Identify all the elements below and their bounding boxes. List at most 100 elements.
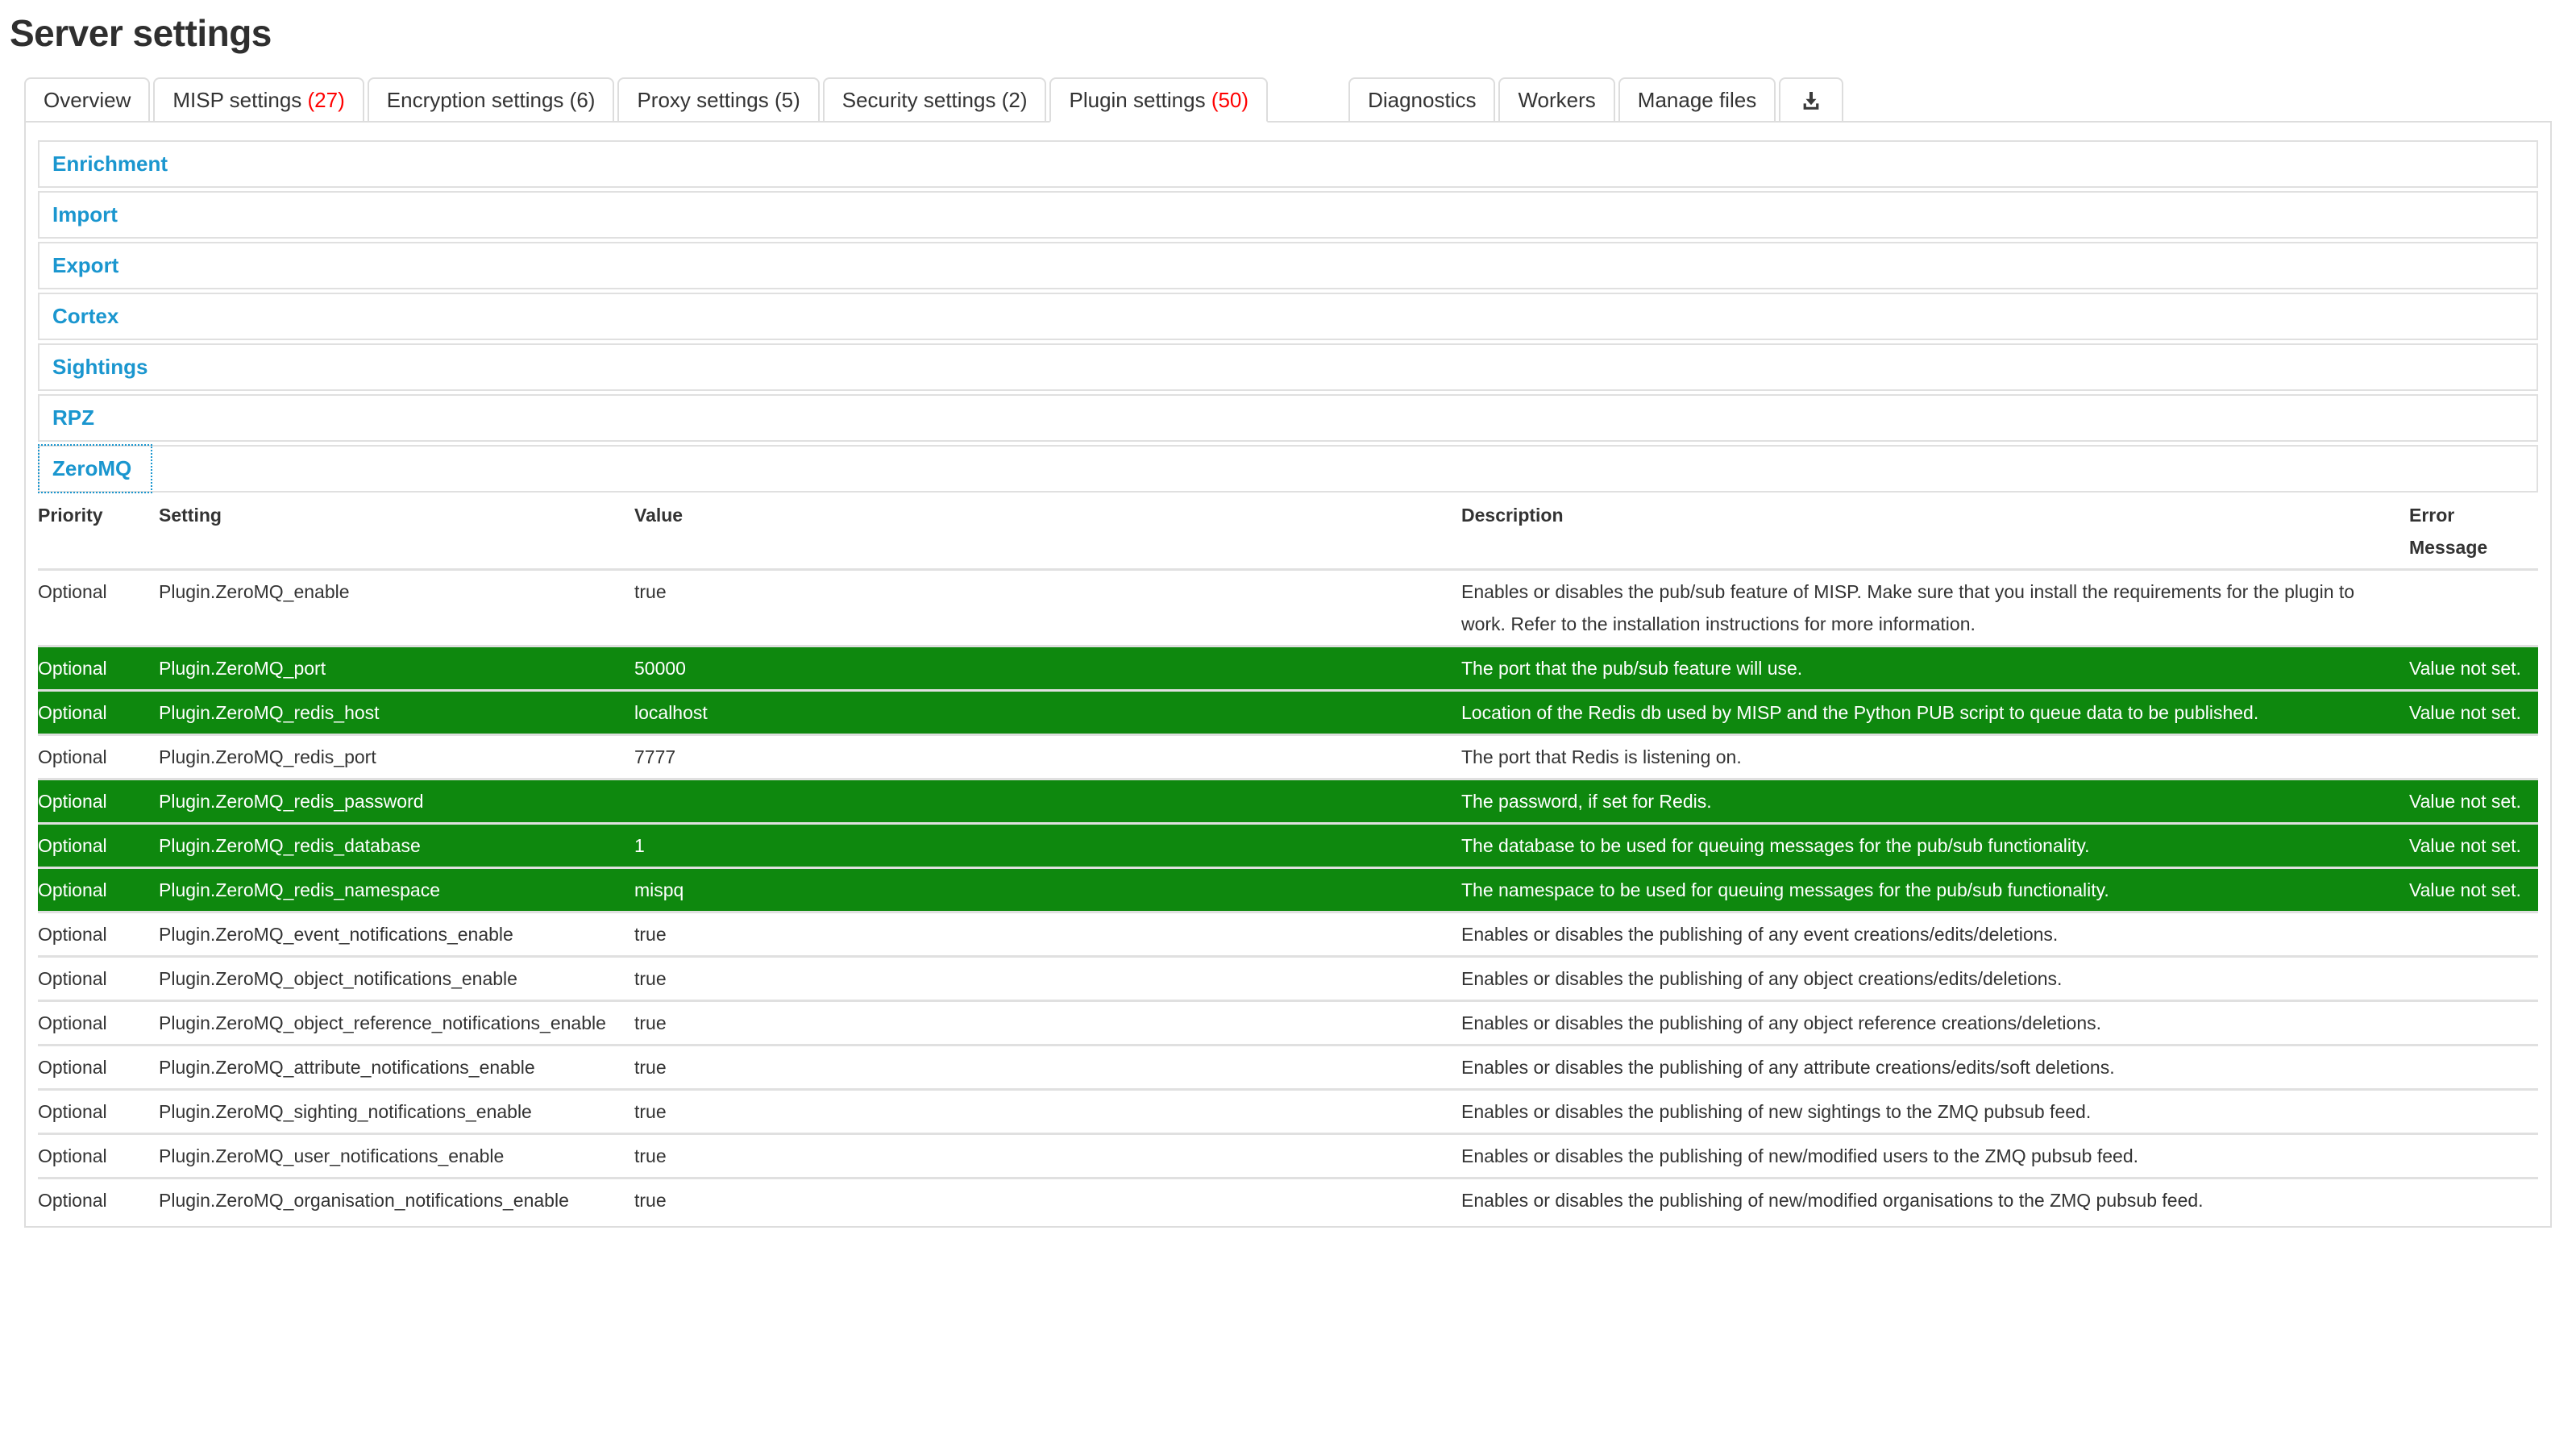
setting-row: OptionalPlugin.ZeroMQ_organisation_notif… — [38, 1177, 2538, 1221]
tab-count-badge: (50) — [1211, 88, 1249, 112]
plugin-section-sightings[interactable]: Sightings — [38, 343, 2538, 391]
col-header-value: Value — [634, 494, 1461, 568]
value-cell[interactable]: true — [634, 1088, 1461, 1133]
error-message-cell — [2409, 568, 2538, 645]
setting-cell: Plugin.ZeroMQ_port — [159, 645, 634, 689]
value-cell[interactable]: 7777 — [634, 734, 1461, 778]
value-cell[interactable]: true — [634, 1133, 1461, 1177]
priority-cell: Optional — [38, 1177, 159, 1221]
setting-cell: Plugin.ZeroMQ_redis_database — [159, 822, 634, 867]
plugin-section-cortex[interactable]: Cortex — [38, 293, 2538, 340]
error-message-cell — [2409, 955, 2538, 1000]
value-cell[interactable]: true — [634, 568, 1461, 645]
setting-cell: Plugin.ZeroMQ_redis_namespace — [159, 867, 634, 911]
tab-label: Diagnostics — [1368, 88, 1476, 112]
setting-cell: Plugin.ZeroMQ_redis_port — [159, 734, 634, 778]
description-cell: Enables or disables the pub/sub feature … — [1461, 568, 2409, 645]
value-cell[interactable]: true — [634, 1000, 1461, 1044]
error-message-cell: Value not set. — [2409, 689, 2538, 734]
col-header-error-message: Error Message — [2409, 494, 2538, 568]
section-label[interactable]: RPZ — [52, 405, 94, 430]
value-cell[interactable]: mispq — [634, 867, 1461, 911]
description-cell: The namespace to be used for queuing mes… — [1461, 867, 2409, 911]
priority-cell: Optional — [38, 1044, 159, 1088]
tab-diagnostics[interactable]: Diagnostics — [1348, 77, 1495, 123]
col-header-priority: Priority — [38, 494, 159, 568]
tab-encryption-settings-6-[interactable]: Encryption settings (6) — [368, 77, 615, 123]
setting-cell: Plugin.ZeroMQ_redis_password — [159, 778, 634, 822]
error-message-cell: Value not set. — [2409, 645, 2538, 689]
tab-label: Overview — [44, 88, 131, 112]
description-cell: Enables or disables the publishing of an… — [1461, 955, 2409, 1000]
plugin-section-enrichment[interactable]: Enrichment — [38, 140, 2538, 188]
tab-label: Security settings (2) — [842, 88, 1028, 112]
priority-cell: Optional — [38, 734, 159, 778]
setting-cell: Plugin.ZeroMQ_redis_host — [159, 689, 634, 734]
priority-cell: Optional — [38, 1088, 159, 1133]
tab-plugin-settings[interactable]: Plugin settings (50) — [1049, 77, 1268, 123]
value-cell[interactable]: localhost — [634, 689, 1461, 734]
section-label[interactable]: Sightings — [52, 355, 147, 379]
plugin-section-import[interactable]: Import — [38, 191, 2538, 239]
setting-cell: Plugin.ZeroMQ_sighting_notifications_ena… — [159, 1088, 634, 1133]
setting-cell: Plugin.ZeroMQ_organisation_notifications… — [159, 1177, 634, 1221]
error-message-cell: Value not set. — [2409, 867, 2538, 911]
value-cell[interactable]: true — [634, 1044, 1461, 1088]
tab-manage-files[interactable]: Manage files — [1618, 77, 1776, 123]
tab-overview[interactable]: Overview — [24, 77, 150, 123]
tab-proxy-settings-5-[interactable]: Proxy settings (5) — [617, 77, 819, 123]
description-cell: Enables or disables the publishing of ne… — [1461, 1133, 2409, 1177]
plugin-section-export[interactable]: Export — [38, 242, 2538, 289]
col-header-setting: Setting — [159, 494, 634, 568]
section-label[interactable]: Import — [52, 202, 118, 227]
nav-tabs: Overview MISP settings (27)Encryption set… — [24, 77, 2552, 123]
tab-label: Proxy settings (5) — [637, 88, 800, 112]
value-cell[interactable] — [634, 778, 1461, 822]
section-label[interactable]: Cortex — [52, 304, 118, 328]
priority-cell: Optional — [38, 778, 159, 822]
setting-cell: Plugin.ZeroMQ_user_notifications_enable — [159, 1133, 634, 1177]
error-message-cell — [2409, 911, 2538, 955]
setting-row: OptionalPlugin.ZeroMQ_object_notificatio… — [38, 955, 2538, 1000]
value-cell[interactable]: 1 — [634, 822, 1461, 867]
priority-cell: Optional — [38, 568, 159, 645]
tab-workers[interactable]: Workers — [1498, 77, 1614, 123]
description-cell: Enables or disables the publishing of an… — [1461, 1000, 2409, 1044]
tab-label: Plugin settings — [1069, 88, 1211, 112]
server-settings-page: Server settings Overview MISP settings (2… — [0, 0, 2576, 1228]
tabs-bar: Overview MISP settings (27)Encryption set… — [24, 77, 2552, 123]
tab-security-settings-2-[interactable]: Security settings (2) — [823, 77, 1047, 123]
setting-cell: Plugin.ZeroMQ_enable — [159, 568, 634, 645]
setting-row: OptionalPlugin.ZeroMQ_attribute_notifica… — [38, 1044, 2538, 1088]
setting-row: OptionalPlugin.ZeroMQ_redis_port7777The … — [38, 734, 2538, 778]
setting-cell: Plugin.ZeroMQ_attribute_notifications_en… — [159, 1044, 634, 1088]
tab-label: Manage files — [1638, 88, 1756, 112]
setting-cell: Plugin.ZeroMQ_event_notifications_enable — [159, 911, 634, 955]
priority-cell: Optional — [38, 1133, 159, 1177]
tab-misp-settings[interactable]: MISP settings (27) — [153, 77, 364, 123]
section-label[interactable]: Enrichment — [52, 152, 168, 176]
setting-row: OptionalPlugin.ZeroMQ_object_reference_n… — [38, 1000, 2538, 1044]
error-message-cell — [2409, 1044, 2538, 1088]
error-message-cell — [2409, 1177, 2538, 1221]
description-cell: Location of the Redis db used by MISP an… — [1461, 689, 2409, 734]
value-cell[interactable]: true — [634, 1177, 1461, 1221]
description-cell: The database to be used for queuing mess… — [1461, 822, 2409, 867]
col-header-description: Description — [1461, 494, 2409, 568]
priority-cell: Optional — [38, 1000, 159, 1044]
value-cell[interactable]: 50000 — [634, 645, 1461, 689]
value-cell[interactable]: true — [634, 911, 1461, 955]
download-tab[interactable] — [1779, 77, 1843, 123]
plugin-section-zeromq[interactable]: ZeroMQ — [38, 445, 2538, 493]
setting-cell: Plugin.ZeroMQ_object_reference_notificat… — [159, 1000, 634, 1044]
error-message-cell: Value not set. — [2409, 778, 2538, 822]
plugin-sections: Enrichment Import Export Cortex Sightings RPZ… — [38, 140, 2538, 493]
error-message-cell — [2409, 1088, 2538, 1133]
section-label[interactable]: ZeroMQ — [52, 456, 131, 480]
description-cell: The port that the pub/sub feature will u… — [1461, 645, 2409, 689]
plugin-section-rpz[interactable]: RPZ — [38, 394, 2538, 442]
section-label[interactable]: Export — [52, 253, 118, 277]
page-title: Server settings — [10, 11, 2568, 55]
setting-row: OptionalPlugin.ZeroMQ_port50000The port … — [38, 645, 2538, 689]
value-cell[interactable]: true — [634, 955, 1461, 1000]
